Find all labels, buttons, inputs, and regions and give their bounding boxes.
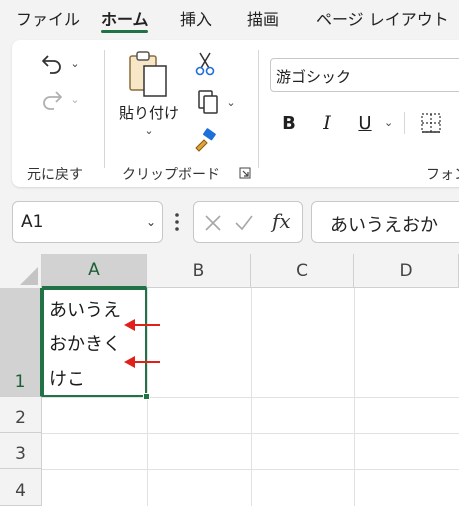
column-header-c[interactable]: C <box>251 254 354 288</box>
ribbon-tab-bar: ファイル ホーム 挿入 描画 ページ レイアウト <box>0 0 459 36</box>
borders-button[interactable] <box>418 110 444 136</box>
tab-home[interactable]: ホーム <box>101 6 149 30</box>
format-painter-button[interactable] <box>190 126 220 154</box>
scissors-icon <box>195 52 215 76</box>
formula-value: あいうえおか <box>330 215 438 236</box>
italic-button[interactable]: I <box>316 110 338 136</box>
bold-button[interactable]: B <box>278 110 300 136</box>
column-header-b[interactable]: B <box>147 254 251 288</box>
redo-icon <box>43 91 63 110</box>
cut-button[interactable] <box>190 50 220 78</box>
chevron-down-icon[interactable]: ⌄ <box>146 215 156 229</box>
active-tab-indicator <box>101 30 148 33</box>
line-break-arrow <box>124 356 160 368</box>
copy-button[interactable]: ⌄ <box>188 88 244 116</box>
tab-draw[interactable]: 描画 <box>247 6 279 30</box>
line-break-arrow <box>124 319 160 331</box>
underline-button[interactable]: U <box>354 110 376 136</box>
cell-text-line: おかきく <box>49 334 121 355</box>
cancel-icon[interactable] <box>204 214 222 232</box>
group-divider <box>404 112 405 134</box>
insert-function-button[interactable]: fx <box>272 209 291 233</box>
redo-button[interactable]: ⌄ <box>32 86 88 112</box>
fill-handle[interactable] <box>143 393 150 400</box>
column-header-a[interactable]: A <box>42 254 147 288</box>
tab-page-layout[interactable]: ページ レイアウト <box>316 6 449 30</box>
undo-button[interactable]: ⌄ <box>32 50 88 76</box>
enter-check-icon[interactable] <box>234 214 254 232</box>
chevron-down-icon: ⌄ <box>226 95 236 109</box>
row-header-3[interactable]: 3 <box>0 433 42 469</box>
group-divider <box>104 50 105 168</box>
copy-icon <box>198 90 219 114</box>
ribbon-panel: ⌄ ⌄ 元に戻す 貼り付け ⌄ ⌄ クリップボード 游ゴシック B I U ⌄ … <box>12 40 459 187</box>
name-box-value: A1 <box>21 212 44 232</box>
chevron-down-icon: ⌄ <box>70 92 80 106</box>
name-box[interactable]: A1 ⌄ <box>12 201 163 243</box>
dialog-launcher-icon[interactable] <box>238 166 252 180</box>
formula-input[interactable]: あいうえおか <box>311 201 459 243</box>
paintbrush-icon <box>195 128 216 152</box>
formula-tools: fx <box>193 201 303 243</box>
more-options-icon[interactable] <box>174 211 180 233</box>
gridline <box>251 288 252 506</box>
chevron-down-icon: ⌄ <box>70 56 80 70</box>
font-name-box[interactable]: 游ゴシック <box>270 58 459 92</box>
group-divider <box>258 50 259 168</box>
row-header-2[interactable]: 2 <box>0 397 42 433</box>
cell-text-line: あいうえ <box>49 300 121 321</box>
row-header-4[interactable]: 4 <box>0 469 42 506</box>
paste-label: 貼り付け <box>118 104 179 122</box>
undo-group-label: 元に戻す <box>27 167 83 183</box>
worksheet-grid: A B C D 1 2 3 4 あいうえ おかきく けこ <box>0 254 459 506</box>
paste-icon <box>129 51 167 97</box>
font-name-value: 游ゴシック <box>276 68 352 86</box>
clipboard-group-label: クリップボード <box>122 167 220 183</box>
undo-icon <box>42 55 62 74</box>
gridline <box>354 288 355 506</box>
tab-insert[interactable]: 挿入 <box>180 6 212 30</box>
paste-button[interactable]: 貼り付け ⌄ <box>114 48 184 156</box>
tab-file[interactable]: ファイル <box>16 6 80 30</box>
font-group-label: フォン <box>426 167 459 183</box>
column-header-d[interactable]: D <box>354 254 459 288</box>
select-all-button[interactable] <box>0 254 42 288</box>
row-header-1[interactable]: 1 <box>0 288 42 397</box>
cell-a1[interactable]: あいうえ おかきく けこ <box>42 288 147 397</box>
chevron-down-icon[interactable]: ⌄ <box>384 116 393 129</box>
cell-text-line: けこ <box>49 369 85 390</box>
chevron-down-icon: ⌄ <box>144 124 154 137</box>
borders-icon <box>421 113 441 133</box>
